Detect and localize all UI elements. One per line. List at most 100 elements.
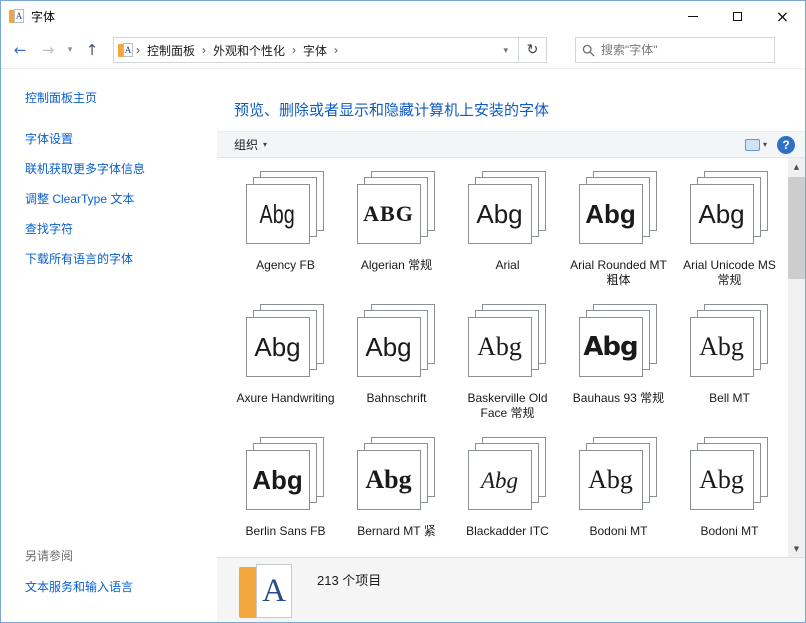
see-also-header: 另请参阅 <box>25 547 207 564</box>
address-dropdown-icon[interactable]: ▾ <box>497 45 514 56</box>
font-preview-text: Abg <box>365 334 411 360</box>
sidebar-item-download-fonts[interactable]: 下载所有语言的字体 <box>25 250 207 267</box>
font-preview-text: Abg <box>365 467 411 493</box>
sidebar-item-control-panel-home[interactable]: 控制面板主页 <box>25 89 207 106</box>
font-name: Axure Handwriting <box>236 391 334 406</box>
change-view-button[interactable]: ▾ <box>745 139 767 151</box>
main-panel: 预览、删除或者显示和隐藏计算机上安装的字体 组织 ▾ ▾ ? <box>217 69 805 622</box>
see-also-section: 另请参阅 文本服务和输入语言 <box>25 547 207 608</box>
font-file-icon: Abg <box>468 171 548 247</box>
command-bar: 组织 ▾ ▾ ? <box>217 131 805 158</box>
font-preview-text: Abg <box>588 467 633 493</box>
font-file-icon: Abg <box>357 437 437 513</box>
scroll-up-arrow[interactable]: ▲ <box>788 158 805 175</box>
sidebar-item-font-settings[interactable]: 字体设置 <box>25 130 207 147</box>
address-fonts-icon: A <box>118 43 134 58</box>
font-item[interactable]: Abg Axure Handwriting <box>230 299 341 430</box>
breadcrumb: › 控制面板 › 外观和个性化 › 字体 › <box>134 42 497 59</box>
font-item[interactable]: Abg Arial Rounded MT 粗体 <box>563 166 674 297</box>
font-grid: Abg Agency FB ABG Algerian 常规 Abg Arial … <box>217 158 788 557</box>
search-box <box>575 37 775 63</box>
font-name: Blackadder ITC <box>466 524 549 539</box>
font-file-icon: Abg <box>468 304 548 380</box>
font-item[interactable]: Abg Bahnschrift <box>341 299 452 430</box>
status-bar: A 213 个项目 <box>217 557 805 622</box>
title-bar: A 字体 × <box>1 1 805 32</box>
breadcrumb-fonts[interactable]: 字体 <box>298 42 332 59</box>
minimize-icon <box>688 16 698 17</box>
font-file-icon: Abg <box>468 437 548 513</box>
sidebar-item-get-font-info-online[interactable]: 联机获取更多字体信息 <box>25 160 207 177</box>
address-bar[interactable]: A › 控制面板 › 外观和个性化 › 字体 › ▾ <box>113 37 519 63</box>
font-item[interactable]: Abg Bodoni MT <box>674 432 785 557</box>
sidebar-item-adjust-cleartype[interactable]: 调整 ClearType 文本 <box>25 190 207 207</box>
font-name: Berlin Sans FB <box>245 524 325 539</box>
font-file-icon: Abg <box>579 437 659 513</box>
font-item[interactable]: Abg Bernard MT 紧 <box>341 432 452 557</box>
font-name: Arial <box>495 258 519 273</box>
font-name: Algerian 常规 <box>361 258 432 273</box>
font-item[interactable]: Abg Blackadder ITC <box>452 432 563 557</box>
font-name: Bodoni MT <box>700 524 758 539</box>
search-input[interactable] <box>601 43 768 57</box>
navigation-bar: ← → ▾ ↑ A › 控制面板 › 外观和个性化 › 字体 › ▾ ↻ <box>1 32 805 69</box>
scroll-down-arrow[interactable]: ▼ <box>788 540 805 557</box>
font-item[interactable]: Abg Arial Unicode MS 常规 <box>674 166 785 297</box>
font-item[interactable]: Abg Bauhaus 93 常规 <box>563 299 674 430</box>
font-file-icon: Abg <box>690 171 770 247</box>
forward-button[interactable]: → <box>35 37 61 63</box>
font-file-icon: Abg <box>246 437 326 513</box>
sidebar: 控制面板主页 字体设置 联机获取更多字体信息 调整 ClearType 文本 查… <box>1 69 217 622</box>
back-button[interactable]: ← <box>7 37 33 63</box>
scrollbar-thumb[interactable] <box>788 177 805 279</box>
font-file-icon: Abg <box>246 171 326 247</box>
font-file-icon: Abg <box>579 304 659 380</box>
breadcrumb-chevron[interactable]: › <box>134 43 142 57</box>
font-name: Bernard MT 紧 <box>357 524 435 539</box>
font-name: Bauhaus 93 常规 <box>573 391 664 406</box>
breadcrumb-chevron[interactable]: › <box>290 43 298 57</box>
command-bar-right: ▾ ? <box>745 136 795 154</box>
refresh-button[interactable]: ↻ <box>519 37 547 63</box>
minimize-button[interactable] <box>670 1 715 32</box>
font-preview-text: Abg <box>254 334 300 360</box>
font-file-icon: Abg <box>579 171 659 247</box>
chevron-down-icon: ▾ <box>763 140 767 149</box>
history-dropdown-icon[interactable]: ▾ <box>63 37 77 63</box>
font-item[interactable]: ABG Algerian 常规 <box>341 166 452 297</box>
sidebar-item-find-character[interactable]: 查找字符 <box>25 220 207 237</box>
font-item[interactable]: Abg Bell MT <box>674 299 785 430</box>
window-title: 字体 <box>31 8 55 25</box>
vertical-scrollbar[interactable]: ▲ ▼ <box>788 158 805 557</box>
font-item[interactable]: Abg Agency FB <box>230 166 341 297</box>
font-item[interactable]: Abg Arial <box>452 166 563 297</box>
font-item[interactable]: Abg Berlin Sans FB <box>230 432 341 557</box>
up-button[interactable]: ↑ <box>79 37 105 63</box>
font-file-icon: Abg <box>357 304 437 380</box>
font-file-icon: Abg <box>246 304 326 380</box>
view-mode-icon <box>745 139 760 151</box>
maximize-button[interactable] <box>715 1 760 32</box>
sidebar-item-text-services[interactable]: 文本服务和输入语言 <box>25 578 207 595</box>
font-item[interactable]: Abg Bodoni MT <box>563 432 674 557</box>
font-preview-text: Abg <box>699 334 744 360</box>
breadcrumb-chevron[interactable]: › <box>332 43 340 57</box>
font-preview-text: Abg <box>252 467 303 493</box>
font-item[interactable]: Abg Baskerville Old Face 常规 <box>452 299 563 430</box>
breadcrumb-appearance[interactable]: 外观和个性化 <box>208 42 290 59</box>
fonts-folder-icon: A <box>239 562 295 622</box>
font-file-icon: Abg <box>690 304 770 380</box>
help-button[interactable]: ? <box>777 136 795 154</box>
item-count: 213 个项目 <box>317 570 381 589</box>
fonts-app-icon: A <box>9 9 25 24</box>
font-name: Baskerville Old Face 常规 <box>456 391 560 421</box>
fonts-window: A 字体 × ← → ▾ ↑ A › 控制面板 › 外观和个性化 › 字体 › <box>0 0 806 623</box>
window-body: 控制面板主页 字体设置 联机获取更多字体信息 调整 ClearType 文本 查… <box>1 69 805 622</box>
font-preview-text: ABG <box>363 203 414 225</box>
page-title: 预览、删除或者显示和隐藏计算机上安装的字体 <box>217 69 805 131</box>
organize-button[interactable]: 组织 ▾ <box>234 136 267 153</box>
font-name: Arial Rounded MT 粗体 <box>567 258 671 288</box>
breadcrumb-chevron[interactable]: › <box>200 43 208 57</box>
close-button[interactable]: × <box>760 1 805 32</box>
breadcrumb-control-panel[interactable]: 控制面板 <box>142 42 200 59</box>
